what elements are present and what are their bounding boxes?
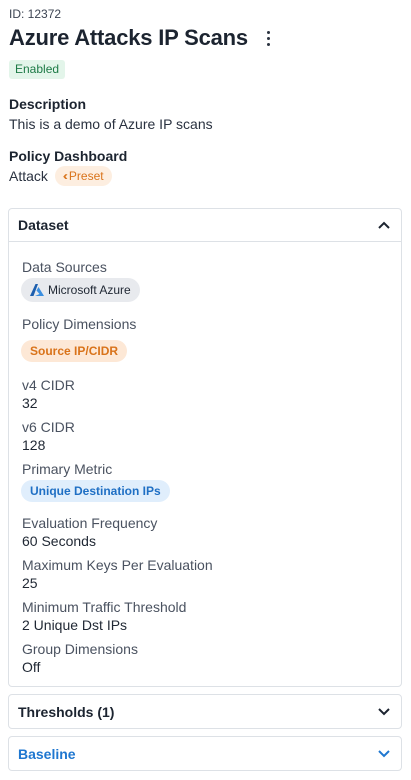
data-source-chip: Microsoft Azure (21, 278, 140, 302)
dataset-header[interactable]: Dataset (9, 209, 401, 242)
chevron-down-icon[interactable] (376, 704, 392, 720)
policy-dimensions-label: Policy Dimensions (22, 316, 137, 332)
chevron-down-icon[interactable] (376, 746, 392, 762)
dataset-card: Dataset Data Sources Microsoft Azure Pol… (8, 208, 402, 687)
group-dimensions-label: Group Dimensions (22, 641, 138, 657)
thresholds-title: Thresholds (1) (18, 703, 115, 720)
preset-badge: ‹‹ Preset (54, 166, 112, 186)
thresholds-header[interactable]: Thresholds (1) (9, 695, 401, 728)
primary-metric-chip: Unique Destination IPs (21, 480, 170, 502)
baseline-card[interactable]: Baseline (8, 736, 402, 771)
azure-logo-icon (30, 284, 44, 296)
min-traffic-value: 2 Unique Dst IPs (22, 617, 128, 633)
baseline-title: Baseline (18, 745, 76, 762)
evaluation-frequency-label: Evaluation Frequency (22, 515, 158, 531)
data-sources-label: Data Sources (22, 259, 107, 275)
description-label: Description (9, 96, 87, 112)
double-chevron-left-icon: ‹‹ (62, 169, 68, 183)
baseline-header[interactable]: Baseline (9, 737, 401, 770)
policy-dimension-chip: Source IP/CIDR (21, 340, 128, 362)
title-row: Azure Attacks IP Scans (9, 25, 278, 51)
status-badge: Enabled (9, 60, 66, 79)
evaluation-frequency-value: 60 Seconds (22, 533, 96, 549)
primary-metric-label: Primary Metric (22, 461, 113, 477)
preset-label: Preset (68, 169, 104, 183)
v6-cidr-value: 128 (22, 437, 46, 453)
dataset-title: Dataset (18, 217, 69, 233)
data-source-name: Microsoft Azure (48, 283, 131, 297)
min-traffic-label: Minimum Traffic Threshold (22, 599, 187, 615)
policy-id: ID: 12372 (9, 7, 62, 21)
chevron-up-icon[interactable] (376, 217, 392, 233)
more-options-icon[interactable] (260, 26, 278, 50)
policy-dashboard-row: Attack ‹‹ Preset (9, 166, 112, 186)
description-value: This is a demo of Azure IP scans (9, 116, 213, 132)
v6-cidr-label: v6 CIDR (22, 419, 75, 435)
max-keys-value: 25 (22, 575, 38, 591)
group-dimensions-value: Off (22, 659, 41, 675)
max-keys-label: Maximum Keys Per Evaluation (22, 557, 213, 573)
v4-cidr-value: 32 (22, 395, 38, 411)
policy-dashboard-label: Policy Dashboard (9, 148, 128, 164)
v4-cidr-label: v4 CIDR (22, 377, 75, 393)
thresholds-card[interactable]: Thresholds (1) (8, 694, 402, 729)
page-title: Azure Attacks IP Scans (9, 25, 248, 50)
policy-dashboard-value: Attack (9, 168, 48, 184)
